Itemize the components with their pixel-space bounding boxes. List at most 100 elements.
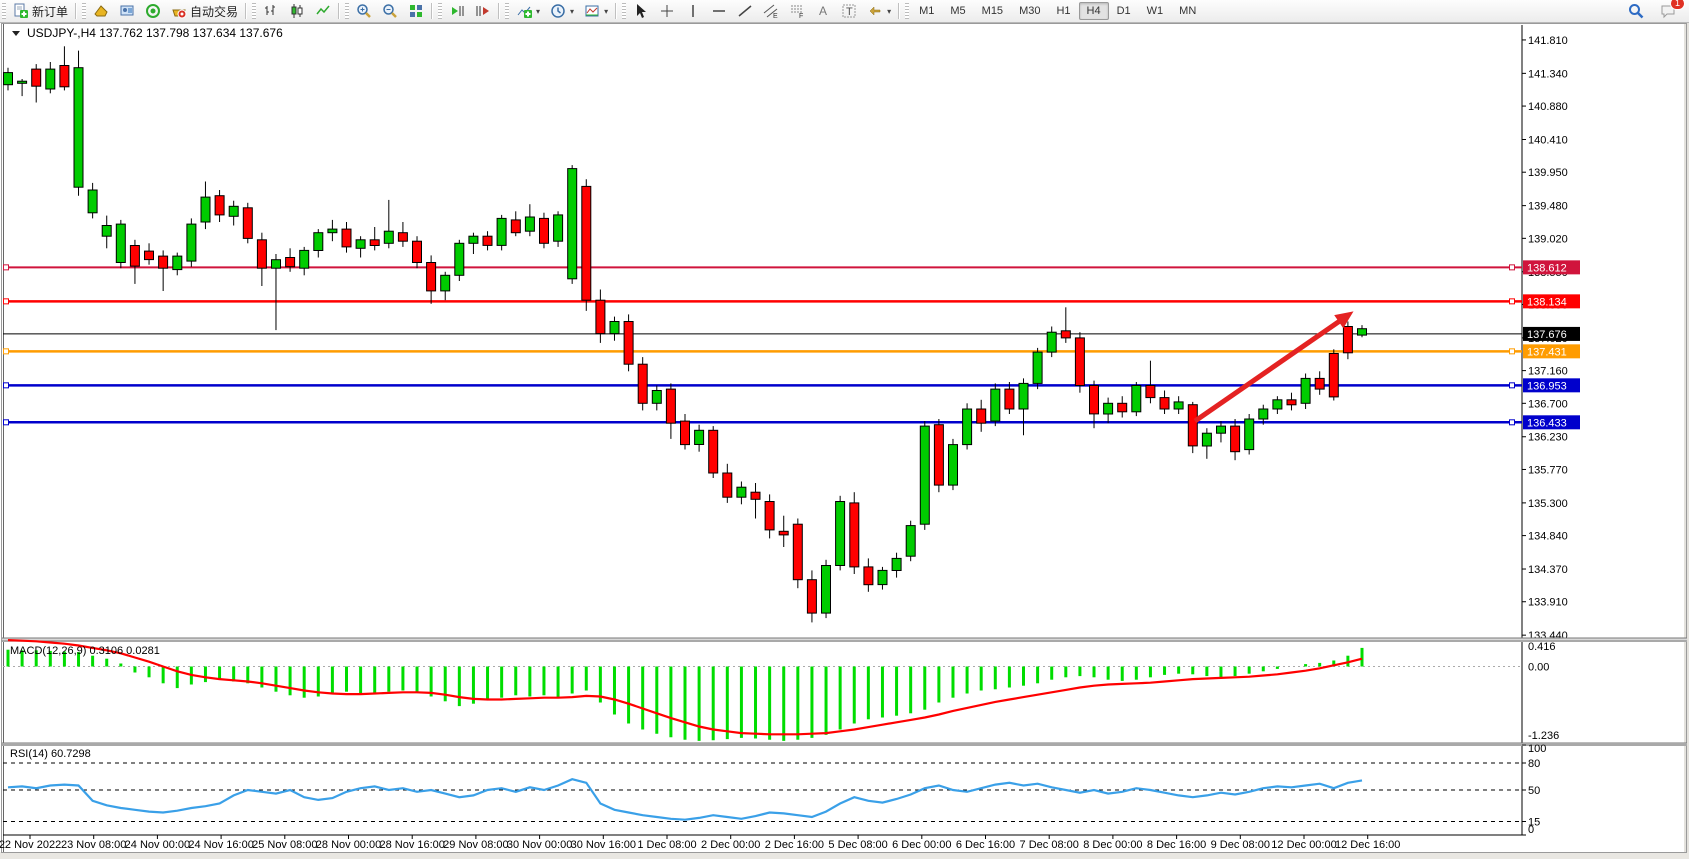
hline-marker[interactable]	[1510, 420, 1515, 425]
time-tick-label: 25 Nov 08:00	[252, 839, 317, 851]
cursor-button[interactable]	[629, 1, 653, 21]
candle-up	[568, 169, 577, 279]
toolbar-separator	[498, 3, 500, 19]
hline-icon	[711, 3, 727, 19]
candle-down	[638, 364, 647, 403]
chart-ohlc-header: USDJPY-,H4 137.762 137.798 137.634 137.6…	[27, 26, 283, 40]
hline-marker[interactable]	[4, 265, 9, 270]
text-button[interactable]: A	[811, 1, 835, 21]
timeframe-h1-button[interactable]: H1	[1048, 2, 1078, 20]
hline-marker[interactable]	[1510, 265, 1515, 270]
candle-up	[695, 430, 704, 444]
fibonacci-button[interactable]: F	[785, 1, 809, 21]
hline-marker[interactable]	[1510, 383, 1515, 388]
candle-up	[356, 240, 365, 249]
candle-down	[765, 502, 774, 530]
svg-text:E: E	[773, 13, 778, 19]
macd-zero-label: 0.00	[1528, 662, 1549, 674]
timeframe-mn-button[interactable]: MN	[1171, 2, 1204, 20]
market-watch-button[interactable]	[89, 1, 113, 21]
zoom-out-button[interactable]	[378, 1, 402, 21]
price-tick-label: 141.810	[1528, 35, 1568, 47]
arrows-tool-button[interactable]: ▾	[863, 1, 895, 21]
candle-up	[822, 566, 831, 614]
cursor-icon	[633, 3, 649, 19]
trendline-button[interactable]	[733, 1, 757, 21]
notification-badge: 1	[1670, 0, 1685, 10]
zoom-in-icon	[356, 3, 372, 19]
vertical-line-button[interactable]	[681, 1, 705, 21]
hline-price-label: 138.612	[1527, 262, 1567, 274]
timeframe-h4-button[interactable]: H4	[1079, 2, 1109, 20]
toolbar-grip	[345, 3, 349, 19]
timeframe-m5-button[interactable]: M5	[942, 2, 973, 20]
time-tick-label: 24 Nov 16:00	[188, 839, 253, 851]
timeframe-w1-button[interactable]: W1	[1139, 2, 1172, 20]
hline-price-label: 136.433	[1527, 417, 1567, 429]
candle-down	[243, 208, 252, 239]
toolbar-separator	[338, 3, 340, 19]
indicators-button[interactable]: ▾	[512, 1, 544, 21]
candle-up	[1047, 332, 1056, 352]
candle-down	[1287, 400, 1296, 405]
candle-up	[836, 502, 845, 566]
hline-marker[interactable]	[4, 349, 9, 354]
candle-down	[1090, 386, 1099, 414]
toolbar-grip	[82, 3, 86, 19]
navigator-button[interactable]	[115, 1, 139, 21]
hline-price-label: 137.431	[1527, 346, 1567, 358]
candle-up	[497, 218, 506, 245]
candle-up	[906, 526, 915, 557]
price-tick-label: 140.410	[1528, 134, 1568, 146]
hline-marker[interactable]	[4, 299, 9, 304]
bar-chart-button[interactable]	[259, 1, 283, 21]
chevron-down-icon[interactable]: ▾	[570, 7, 574, 16]
periods-button[interactable]: ▾	[546, 1, 578, 21]
trend-icon	[737, 3, 753, 19]
toolbar-separator	[75, 3, 77, 19]
data-window-button[interactable]	[141, 1, 165, 21]
horizontal-line-button[interactable]	[707, 1, 731, 21]
candle-down	[666, 389, 675, 423]
hline-marker[interactable]	[4, 420, 9, 425]
price-tick-label: 139.480	[1528, 201, 1568, 213]
candle-chart-button[interactable]	[285, 1, 309, 21]
rsi-label: RSI(14) 60.7298	[10, 748, 91, 760]
equidistant-channel-button[interactable]: E	[759, 1, 783, 21]
new-order-label: 新订单	[32, 3, 68, 20]
time-tick-label: 6 Dec 00:00	[892, 839, 951, 851]
price-tick-label: 133.910	[1528, 597, 1568, 609]
line-chart-button[interactable]	[311, 1, 335, 21]
candle-down	[582, 186, 591, 300]
crosshair-icon	[659, 3, 675, 19]
timeframe-m15-button[interactable]: M15	[974, 2, 1011, 20]
chevron-down-icon[interactable]: ▾	[604, 7, 608, 16]
zoom-in-button[interactable]	[352, 1, 376, 21]
chart-shift-button[interactable]	[445, 1, 469, 21]
auto-trading-button[interactable]: 自动交易	[167, 1, 242, 22]
hline-marker[interactable]	[1510, 299, 1515, 304]
new-order-button[interactable]: 新订单	[9, 1, 72, 22]
notifications-button[interactable]: 1	[1656, 1, 1680, 21]
chevron-down-icon[interactable]: ▾	[887, 7, 891, 16]
candle-up	[1301, 378, 1310, 403]
candle-up	[610, 322, 619, 334]
candle-down	[145, 251, 154, 260]
timeframe-m30-button[interactable]: M30	[1011, 2, 1048, 20]
text-label-button[interactable]: T	[837, 1, 861, 21]
timeframe-d1-button[interactable]: D1	[1109, 2, 1139, 20]
crosshair-button[interactable]	[655, 1, 679, 21]
timeframe-m1-button[interactable]: M1	[911, 2, 942, 20]
search-icon[interactable]	[1624, 1, 1648, 21]
candle-up	[525, 217, 534, 231]
auto-scroll-button[interactable]	[471, 1, 495, 21]
candle-up	[963, 409, 972, 445]
hline-marker[interactable]	[4, 383, 9, 388]
mt4-window: 新订单 自动交易 ▾ ▾ ▾ E FAT ▾ M1M5M15M30H1H4D1W1MN 1 141…	[0, 0, 1689, 859]
hline-marker[interactable]	[1510, 349, 1515, 354]
chart-window[interactable]: 141.810141.340140.880140.410139.950139.4…	[0, 0, 1689, 859]
candle-down	[427, 263, 436, 291]
templates-button[interactable]: ▾	[580, 1, 612, 21]
tile-windows-button[interactable]	[404, 1, 428, 21]
chevron-down-icon[interactable]: ▾	[536, 7, 540, 16]
